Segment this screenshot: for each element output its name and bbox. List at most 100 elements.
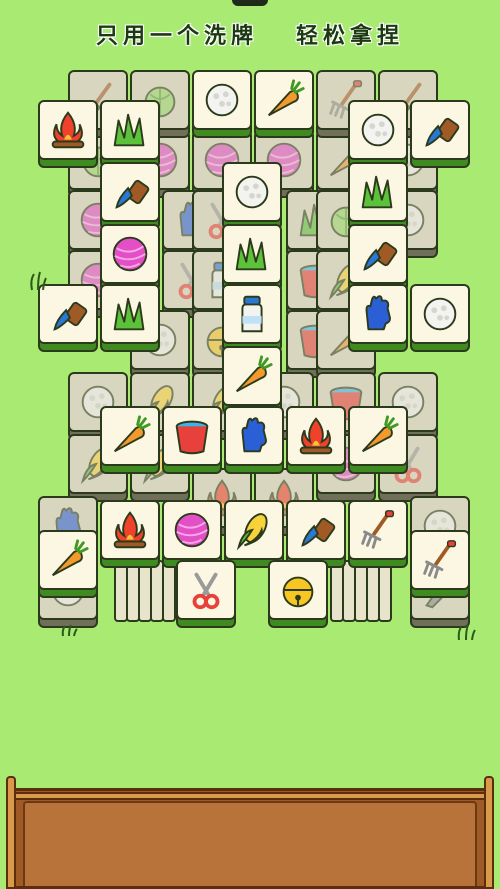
carrot-icon	[267, 79, 305, 117]
tile-face	[100, 162, 160, 222]
tile[interactable]	[410, 530, 470, 598]
milk-bottle-icon	[241, 295, 263, 333]
carrot-icon	[113, 415, 151, 453]
tile[interactable]	[100, 406, 160, 474]
tile-face	[100, 100, 160, 160]
tile-face	[100, 500, 160, 560]
tile[interactable]	[162, 500, 222, 568]
campfire-icon	[113, 511, 147, 549]
tile[interactable]	[100, 100, 160, 168]
tile-face	[348, 406, 408, 466]
tile[interactable]	[348, 100, 408, 168]
tray-slots	[23, 801, 477, 886]
tile[interactable]	[222, 162, 282, 230]
tile[interactable]	[348, 284, 408, 352]
tray-post	[6, 776, 16, 889]
tile[interactable]	[224, 500, 284, 568]
tile-face	[348, 162, 408, 222]
tile-face	[222, 284, 282, 344]
tile-face	[38, 530, 98, 590]
rice-ball-icon	[361, 113, 395, 147]
brush-icon	[363, 241, 398, 271]
tile-face	[100, 284, 160, 344]
carrot-icon	[51, 539, 89, 577]
tile-face	[410, 100, 470, 160]
tile-face	[410, 284, 470, 344]
rice-ball-icon	[205, 83, 239, 117]
rake-icon	[423, 540, 457, 579]
tile[interactable]	[410, 284, 470, 352]
tile[interactable]	[286, 500, 346, 568]
tile-face	[348, 100, 408, 160]
grass-tuft-icon	[457, 624, 476, 641]
tile[interactable]	[100, 284, 160, 352]
bell-icon	[282, 576, 314, 608]
brush-icon	[425, 117, 460, 147]
tile-face	[410, 530, 470, 590]
tile-face	[38, 284, 98, 344]
tile[interactable]	[348, 224, 408, 292]
tile[interactable]	[348, 406, 408, 474]
tile[interactable]	[38, 100, 98, 168]
tile-face	[100, 406, 160, 466]
tile[interactable]	[222, 224, 282, 292]
tile-face	[348, 224, 408, 284]
glove-icon	[241, 417, 267, 453]
tile-face	[348, 284, 408, 344]
tile[interactable]	[222, 284, 282, 352]
tile-face	[222, 224, 282, 284]
tile[interactable]	[348, 162, 408, 230]
tile-tray[interactable]	[8, 788, 492, 889]
tile[interactable]	[224, 406, 284, 474]
tile-face	[192, 70, 252, 130]
bucket-icon	[175, 420, 209, 455]
campfire-icon	[299, 417, 333, 455]
tile[interactable]	[286, 406, 346, 474]
grass-icon	[113, 297, 145, 331]
promo-banner: 只用一个洗牌 轻松拿捏	[95, 18, 405, 50]
tile[interactable]	[348, 500, 408, 568]
tile-face	[254, 70, 314, 130]
banner-left-text: 只用一个洗牌	[95, 24, 258, 49]
tile[interactable]	[38, 530, 98, 598]
rice-ball-icon	[235, 175, 269, 209]
tile[interactable]	[254, 70, 314, 138]
tile[interactable]	[100, 500, 160, 568]
tile[interactable]	[222, 346, 282, 414]
grass-icon	[235, 237, 267, 271]
tile[interactable]	[162, 406, 222, 474]
tray-rail	[8, 792, 492, 800]
tile-face	[222, 346, 282, 406]
tray-post	[484, 776, 494, 889]
tile-face	[162, 406, 222, 466]
tile-face	[162, 500, 222, 560]
glove-icon	[365, 295, 391, 331]
tile[interactable]	[100, 162, 160, 230]
tile-face	[224, 500, 284, 560]
tile[interactable]	[176, 560, 236, 628]
tile-face	[222, 162, 282, 222]
tile[interactable]	[268, 560, 328, 628]
tile[interactable]	[192, 70, 252, 138]
corn-icon	[236, 513, 268, 551]
grass-tuft-icon	[30, 271, 47, 291]
tile[interactable]	[38, 284, 98, 352]
grass-icon	[113, 113, 145, 147]
rake-icon	[361, 510, 395, 549]
tile[interactable]	[410, 100, 470, 168]
brush-icon	[301, 517, 336, 547]
tile-face	[286, 500, 346, 560]
brush-icon	[115, 179, 150, 209]
scissors-icon	[192, 572, 220, 610]
tile-face	[224, 406, 284, 466]
tile-face	[286, 406, 346, 466]
stacked-tile-edge	[162, 560, 176, 622]
tile-face	[268, 560, 328, 620]
tile-face	[100, 224, 160, 284]
tile[interactable]	[100, 224, 160, 292]
tile-face	[176, 560, 236, 620]
tile-face	[38, 100, 98, 160]
camera-notch	[232, 0, 268, 6]
tile-face	[348, 500, 408, 560]
brush-icon	[53, 301, 88, 331]
